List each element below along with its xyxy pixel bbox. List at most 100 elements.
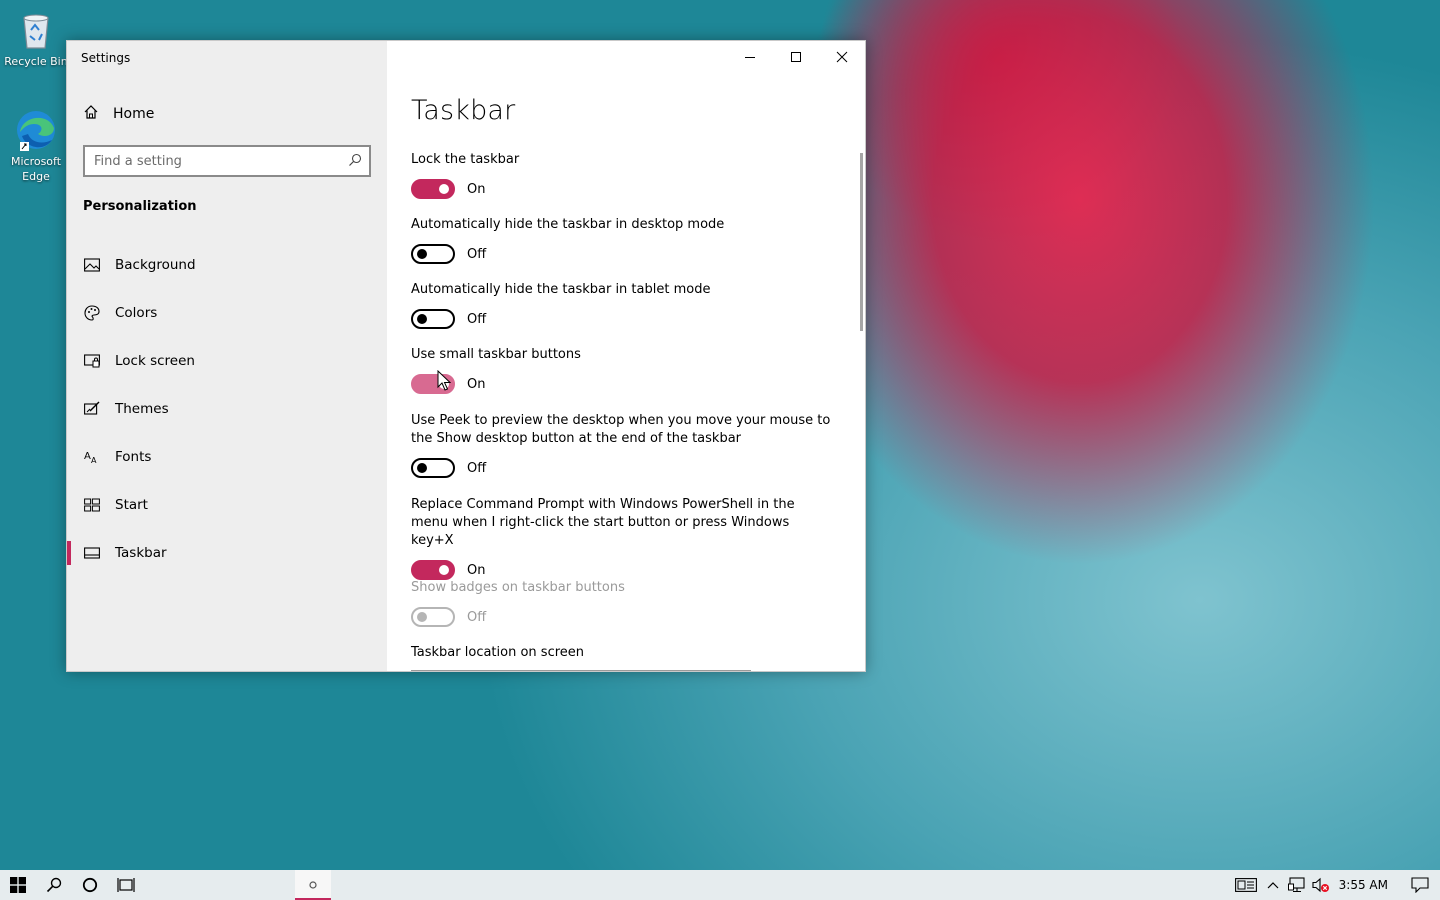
toggle-state: On xyxy=(467,181,486,197)
toggle-state: Off xyxy=(467,311,487,327)
close-button[interactable] xyxy=(819,41,865,73)
themes-icon xyxy=(83,400,101,418)
svg-text:A: A xyxy=(84,451,91,462)
search-icon[interactable] xyxy=(348,153,362,171)
sidebar-item-fonts[interactable]: AA Fonts xyxy=(67,433,387,481)
setting-badges: Show badges on taskbar buttons Off xyxy=(411,579,625,627)
network-button[interactable] xyxy=(1285,870,1309,900)
setting-peek: Use Peek to preview the desktop when you… xyxy=(411,412,841,478)
sidebar-item-label: Background xyxy=(115,257,196,273)
sidebar-item-start[interactable]: Start xyxy=(67,481,387,529)
sidebar-item-taskbar[interactable]: Taskbar xyxy=(67,529,387,577)
svg-text:A: A xyxy=(91,456,97,465)
sidebar-item-label: Lock screen xyxy=(115,353,195,369)
nav-home[interactable]: Home xyxy=(83,103,154,125)
lock-screen-icon xyxy=(83,352,101,370)
edge-icon xyxy=(14,108,58,152)
setting-label: Lock the taskbar xyxy=(411,152,520,167)
windows-logo-icon xyxy=(10,877,26,893)
action-center-button[interactable] xyxy=(1400,870,1440,900)
recycle-bin-label: Recycle Bin xyxy=(4,55,68,68)
start-button[interactable] xyxy=(0,870,36,900)
sidebar-item-colors[interactable]: Colors xyxy=(67,289,387,337)
maximize-button[interactable] xyxy=(773,41,819,73)
minimize-button[interactable] xyxy=(727,41,773,73)
minimize-icon xyxy=(745,57,755,58)
task-view-button[interactable] xyxy=(108,870,144,900)
volume-muted-icon xyxy=(1312,877,1329,893)
setting-autohide-tablet: Automatically hide the taskbar in tablet… xyxy=(411,281,710,329)
sidebar-item-label: Colors xyxy=(115,305,158,321)
system-tray: 3:55 AM xyxy=(1231,870,1440,900)
edge-label: Microsoft Edge xyxy=(10,155,62,183)
setting-label: Use Peek to preview the desktop when you… xyxy=(411,413,831,446)
setting-label: Taskbar location on screen xyxy=(411,645,585,660)
cortana-button[interactable] xyxy=(72,870,108,900)
setting-label: Automatically hide the taskbar in deskto… xyxy=(411,217,725,232)
page-title: Taskbar xyxy=(411,95,516,126)
window-title: Settings xyxy=(81,51,131,65)
taskbar-icon xyxy=(83,544,101,562)
sidebar-item-lock-screen[interactable]: Lock screen xyxy=(67,337,387,385)
content-pane: Taskbar Lock the taskbar On Automaticall… xyxy=(387,41,865,671)
toggle-autohide-desktop[interactable] xyxy=(411,244,455,264)
sidebar-item-background[interactable]: Background xyxy=(67,241,387,289)
show-hidden-icons-button[interactable] xyxy=(1261,870,1285,900)
home-icon xyxy=(83,104,99,124)
settings-window: Settings Home Personalization Background xyxy=(66,40,866,672)
chevron-up-icon xyxy=(1267,882,1279,889)
taskbar: 3:55 AM xyxy=(0,870,1440,900)
taskbar-app-settings[interactable] xyxy=(295,870,331,900)
toggle-state: On xyxy=(467,562,486,578)
setting-powershell: Replace Command Prompt with Windows Powe… xyxy=(411,496,831,580)
toggle-autohide-tablet[interactable] xyxy=(411,309,455,329)
caption-buttons xyxy=(727,41,865,73)
palette-icon xyxy=(83,304,101,322)
setting-label: Automatically hide the taskbar in tablet… xyxy=(411,282,711,297)
setting-autohide-desktop: Automatically hide the taskbar in deskto… xyxy=(411,216,724,264)
setting-label: Replace Command Prompt with Windows Powe… xyxy=(411,497,795,548)
maximize-icon xyxy=(791,52,801,62)
cortana-icon xyxy=(82,877,98,893)
search-icon xyxy=(46,877,62,893)
task-view-icon xyxy=(117,878,135,892)
search-input[interactable] xyxy=(85,152,346,170)
clock[interactable]: 3:55 AM xyxy=(1333,870,1400,900)
setting-label: Show badges on taskbar buttons xyxy=(411,580,625,595)
notification-icon xyxy=(1411,877,1429,893)
scrollbar[interactable] xyxy=(860,153,863,331)
fonts-icon: AA xyxy=(83,448,101,466)
sidebar-item-themes[interactable]: Themes xyxy=(67,385,387,433)
sidebar: Settings Home Personalization Background xyxy=(67,41,387,671)
volume-button[interactable] xyxy=(1309,870,1333,900)
desktop-icon-recycle-bin[interactable]: Recycle Bin xyxy=(0,8,72,69)
network-icon xyxy=(1287,877,1305,893)
toggle-state: On xyxy=(467,376,486,392)
start-icon xyxy=(83,496,101,514)
search-box[interactable] xyxy=(83,145,371,177)
setting-label: Use small taskbar buttons xyxy=(411,347,581,362)
taskbar-location-dropdown[interactable] xyxy=(411,670,751,671)
toggle-lock-taskbar[interactable] xyxy=(411,179,455,199)
sidebar-item-label: Taskbar xyxy=(115,545,167,561)
home-label: Home xyxy=(113,106,155,122)
toggle-badges xyxy=(411,607,455,627)
search-button[interactable] xyxy=(36,870,72,900)
section-title: Personalization xyxy=(83,199,197,214)
setting-lock-taskbar: Lock the taskbar On xyxy=(411,151,519,199)
nav-list: Background Colors Lock screen Themes A A… xyxy=(67,241,387,577)
mouse-cursor-icon xyxy=(437,370,451,391)
picture-icon xyxy=(83,256,101,274)
toggle-state: Off xyxy=(467,460,487,476)
settings-gear-icon xyxy=(309,881,317,889)
desktop-icon-edge[interactable]: Microsoft Edge xyxy=(0,108,72,184)
toggle-peek[interactable] xyxy=(411,458,455,478)
close-icon xyxy=(836,51,848,63)
toggle-powershell[interactable] xyxy=(411,560,455,580)
sidebar-item-label: Start xyxy=(115,497,148,513)
toggle-state: Off xyxy=(467,246,487,262)
toggle-state: Off xyxy=(467,609,487,625)
sidebar-item-label: Fonts xyxy=(115,449,152,465)
news-button[interactable] xyxy=(1231,870,1261,900)
setting-location: Taskbar location on screen xyxy=(411,644,584,662)
